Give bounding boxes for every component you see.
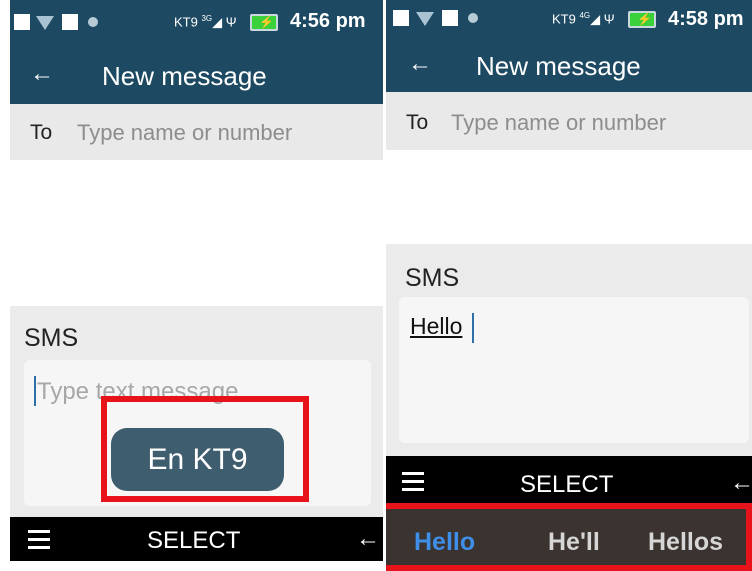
usb-icon: Ψ <box>225 14 237 30</box>
text-cursor <box>34 376 36 406</box>
circle-notification-icon <box>88 17 98 27</box>
to-label: To <box>30 121 53 144</box>
network-type: 4G <box>579 11 591 20</box>
highlight-box <box>101 396 309 502</box>
app-bar: ← New message <box>10 50 383 104</box>
status-bar: KT9 4G◢ Ψ ⚡ 4:58 pm <box>386 0 752 40</box>
carrier-label: KT9 4G◢ Ψ <box>552 11 615 27</box>
page-title: New message <box>476 51 641 81</box>
wifi-icon <box>416 12 434 26</box>
app-bar: ← New message <box>386 40 752 92</box>
right-phone-screen: KT9 4G◢ Ψ ⚡ 4:58 pm ← New message To Typ… <box>386 0 752 571</box>
recipient-area <box>386 150 752 244</box>
battery-charging-icon: ⚡ <box>250 14 278 31</box>
recipient-placeholder: Type name or number <box>451 110 667 135</box>
sms-section: SMS Hello <box>386 244 752 456</box>
highlight-box <box>386 503 752 571</box>
softkey-bar: SELECT ← <box>10 517 383 561</box>
battery-charging-icon: ⚡ <box>628 11 656 28</box>
back-arrow-icon[interactable]: ← <box>408 50 432 78</box>
sms-label: SMS <box>24 324 79 352</box>
recipient-placeholder: Type name or number <box>77 120 293 145</box>
status-time: 4:58 pm <box>668 8 744 30</box>
wifi-icon <box>36 16 54 30</box>
sms-label: SMS <box>405 264 460 292</box>
select-softkey[interactable]: SELECT <box>520 471 613 499</box>
usb-icon: Ψ <box>603 11 615 27</box>
carrier-label: KT9 3G◢ Ψ <box>174 14 237 30</box>
square-notification-icon <box>62 14 78 30</box>
back-softkey-icon[interactable]: ← <box>356 525 380 553</box>
hamburger-menu-icon[interactable] <box>28 530 50 554</box>
back-softkey-icon[interactable]: ← <box>730 469 752 497</box>
message-text: Hello <box>410 313 463 339</box>
square-notification-icon <box>442 10 458 26</box>
to-label: To <box>406 111 429 134</box>
signal-icon: ◢ <box>590 11 601 27</box>
select-softkey[interactable]: SELECT <box>147 527 240 555</box>
network-type: 3G <box>201 14 213 23</box>
square-notification-icon <box>393 10 409 26</box>
status-bar: KT9 3G◢ Ψ ⚡ 4:56 pm <box>10 0 383 50</box>
recipient-field[interactable]: To Type name or number <box>10 104 383 160</box>
left-phone-screen: KT9 3G◢ Ψ ⚡ 4:56 pm ← New message To Typ… <box>10 0 383 561</box>
hamburger-menu-icon[interactable] <box>402 472 424 496</box>
signal-icon: ◢ <box>212 14 223 30</box>
status-time: 4:56 pm <box>290 10 366 32</box>
recipient-area <box>10 160 383 306</box>
page-title: New message <box>102 61 267 91</box>
softkey-bar: SELECT ← <box>386 456 752 504</box>
message-input[interactable]: Hello <box>399 297 749 443</box>
square-notification-icon <box>14 14 30 30</box>
text-cursor <box>472 313 474 343</box>
back-arrow-icon[interactable]: ← <box>30 60 54 88</box>
recipient-field[interactable]: To Type name or number <box>386 92 752 150</box>
circle-notification-icon <box>468 13 478 23</box>
